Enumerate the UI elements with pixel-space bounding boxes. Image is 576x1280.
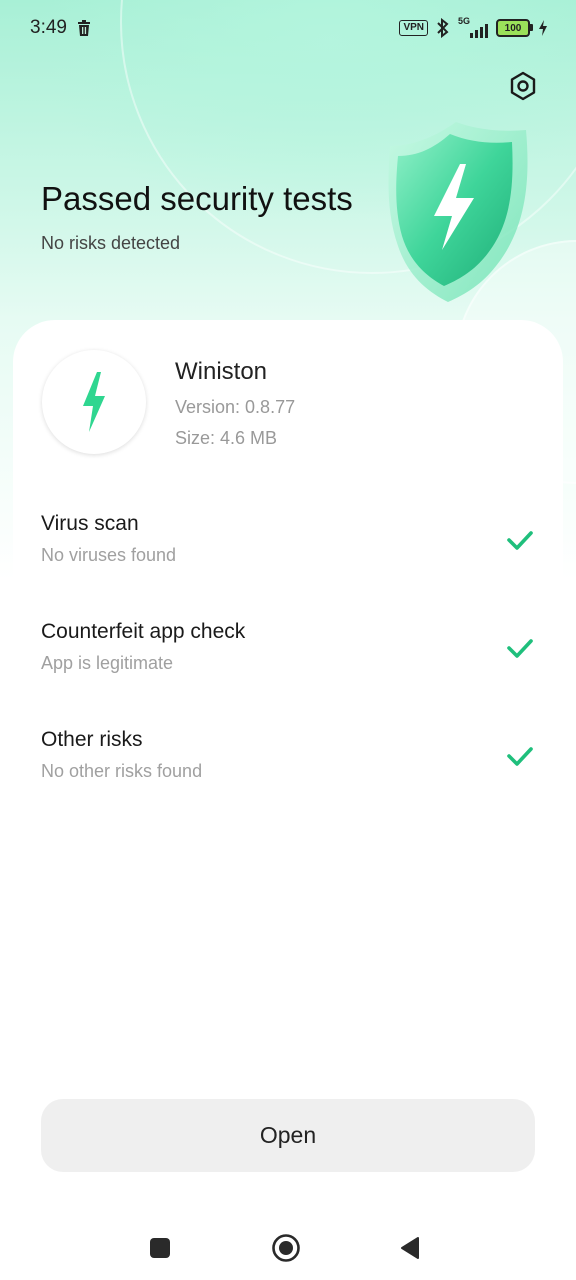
nav-recents-button[interactable] bbox=[144, 1232, 176, 1264]
check-item-other-risks: Other risks No other risks found bbox=[41, 728, 541, 798]
check-item-virus-scan: Virus scan No viruses found bbox=[41, 512, 541, 582]
open-button[interactable]: Open bbox=[41, 1099, 535, 1172]
page-title: Passed security tests bbox=[41, 180, 353, 217]
check-icon bbox=[507, 531, 533, 550]
network-type-label: 5G bbox=[458, 16, 471, 26]
circle-icon bbox=[272, 1234, 300, 1262]
check-title: Counterfeit app check bbox=[41, 620, 246, 643]
app-icon bbox=[42, 350, 146, 454]
navigation-bar bbox=[0, 1210, 576, 1280]
status-time: 3:49 bbox=[30, 17, 67, 38]
page-subtitle: No risks detected bbox=[41, 233, 181, 253]
nav-home-button[interactable] bbox=[270, 1232, 302, 1264]
bolt-icon bbox=[83, 372, 105, 432]
check-item-counterfeit: Counterfeit app check App is legitimate bbox=[41, 620, 541, 690]
bluetooth-icon bbox=[437, 18, 449, 38]
settings-hex-icon bbox=[510, 71, 536, 101]
app-name: Winiston bbox=[175, 358, 268, 385]
check-result: App is legitimate bbox=[41, 653, 174, 673]
battery-indicator: 100 bbox=[496, 19, 533, 37]
triangle-back-icon bbox=[401, 1237, 419, 1259]
trash-icon bbox=[77, 20, 90, 36]
status-bar: 3:49 VPN 5G 100 bbox=[0, 0, 576, 56]
app-size: Size: 4.6 MB bbox=[175, 428, 278, 448]
vpn-badge: VPN bbox=[399, 20, 428, 36]
shield-bolt-icon bbox=[388, 122, 528, 302]
charging-bolt-icon bbox=[539, 20, 547, 36]
check-icon bbox=[507, 747, 533, 766]
check-title: Virus scan bbox=[41, 512, 139, 535]
check-icon bbox=[507, 639, 533, 658]
settings-button[interactable] bbox=[503, 66, 543, 106]
check-result: No other risks found bbox=[41, 761, 203, 781]
square-icon bbox=[150, 1238, 170, 1258]
app-version: Version: 0.8.77 bbox=[175, 397, 296, 417]
check-result: No viruses found bbox=[41, 545, 177, 565]
check-title: Other risks bbox=[41, 728, 143, 751]
nav-back-button[interactable] bbox=[394, 1232, 426, 1264]
signal-icon: 5G bbox=[458, 16, 488, 38]
